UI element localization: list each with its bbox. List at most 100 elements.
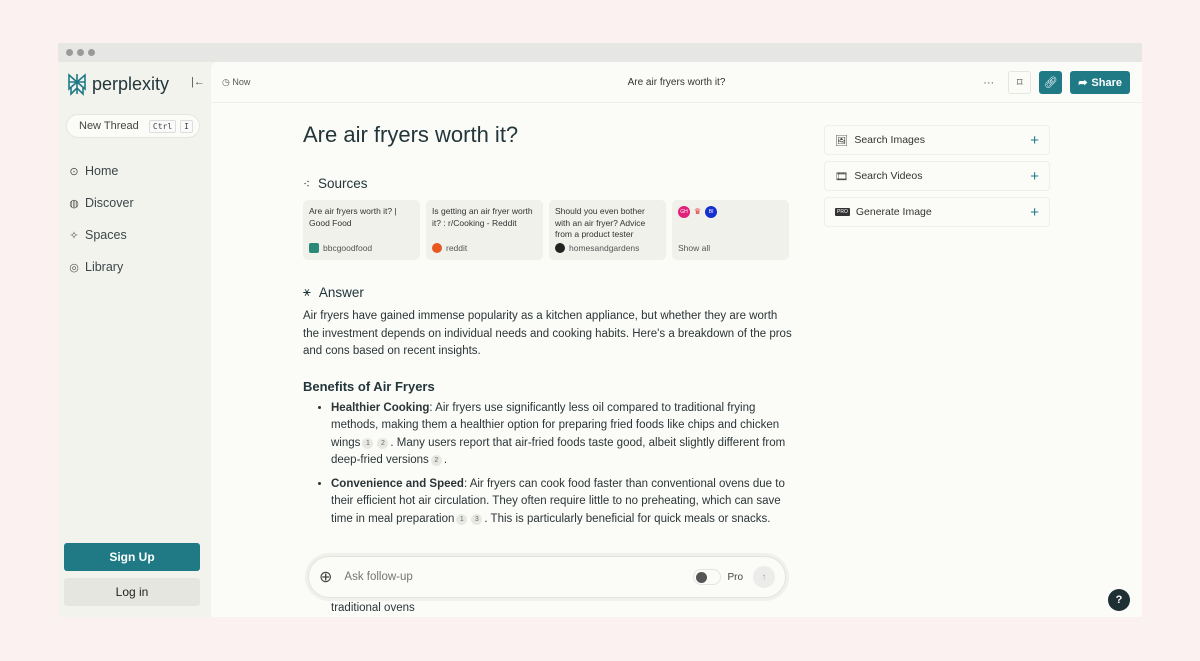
benefit-text: . This is particularly beneficial for qu…	[484, 512, 771, 525]
benefit-title: Healthier Cooking	[331, 401, 430, 414]
help-button[interactable]: ?	[1108, 589, 1130, 611]
sources-label: Sources	[318, 176, 368, 191]
time-label: Now	[232, 76, 251, 87]
brand-name: perplexity	[92, 73, 170, 94]
share-button[interactable]: ➦ Share	[1070, 71, 1130, 94]
generate-image-button[interactable]: PRO Generate Image +	[824, 197, 1050, 227]
new-thread-button[interactable]: New Thread Ctrl I	[66, 114, 200, 138]
clock-icon: ◷	[222, 76, 233, 87]
new-thread-label: New Thread	[79, 120, 139, 132]
logo[interactable]: perplexity	[66, 72, 169, 96]
window-control[interactable]	[66, 49, 73, 56]
source-title: Is getting an air fryer worth it? : r/Co…	[432, 206, 533, 228]
favicon-icon: ♛	[694, 207, 702, 217]
source-card[interactable]: Is getting an air fryer worth it? : r/Co…	[426, 200, 543, 260]
top-bar: ◷ Now Are air fryers worth it? ··· ⌑ 🔗︎ …	[211, 62, 1142, 103]
film-icon: 🎞︎	[835, 170, 849, 183]
source-card[interactable]: Are air fryers worth it? | Good Food bbcg…	[303, 200, 420, 260]
sidebar-item-library[interactable]: ◎ Library	[68, 251, 134, 283]
globe-icon: ◍	[69, 197, 79, 210]
sidebar-item-label: Discover	[85, 196, 134, 210]
copy-link-button[interactable]: 🔗︎	[1039, 71, 1063, 94]
sidebar-item-label: Library	[85, 260, 124, 274]
search-images-button[interactable]: 🖼︎ Search Images +	[824, 125, 1050, 155]
bbcgoodfood-favicon-icon	[309, 243, 319, 254]
sidebar-item-label: Spaces	[85, 228, 127, 242]
pro-badge-icon: PRO	[835, 208, 850, 216]
share-icon: ➦	[1078, 77, 1088, 89]
follow-up-input[interactable]	[344, 571, 694, 583]
ask-follow-up-bar: ⊕ Pro ↑	[308, 556, 786, 598]
citation[interactable]: 1	[362, 437, 374, 449]
search-images-label: Search Images	[854, 134, 925, 146]
answer-label: Answer	[318, 284, 364, 300]
answer-intro: Air fryers have gained immense popularit…	[303, 310, 792, 357]
benefit-text: .	[443, 454, 448, 466]
timestamp: ◷ Now	[222, 77, 250, 88]
library-icon: ◎	[69, 261, 79, 274]
sidebar-item-spaces[interactable]: ✧ Spaces	[68, 219, 134, 251]
benefit-title: Convenience and Speed	[331, 477, 464, 490]
sources-heading: ⁖ Sources	[303, 176, 793, 191]
sidebar-item-discover[interactable]: ◍ Discover	[68, 187, 134, 219]
citation[interactable]: 2	[430, 455, 442, 466]
log-in-button[interactable]: Log in	[64, 578, 200, 606]
pro-label: Pro	[727, 571, 743, 583]
sign-up-button[interactable]: Sign Up	[64, 543, 200, 571]
bi-favicon-icon: BI	[705, 206, 718, 218]
search-videos-label: Search Videos	[854, 170, 923, 182]
list-item: Healthier Cooking: Air fryers use signif…	[331, 400, 793, 470]
plus-icon: +	[1030, 131, 1039, 149]
sidebar-item-label: Home	[85, 164, 119, 178]
main-panel: ◷ Now Are air fryers worth it? ··· ⌑ 🔗︎ …	[211, 62, 1142, 617]
source-title: Should you even bother with an air fryer…	[555, 206, 646, 239]
media-panel: 🖼︎ Search Images + 🎞︎ Search Videos + PRO Gen…	[824, 125, 1050, 233]
source-title: Are air fryers worth it? | Good Food	[309, 206, 397, 228]
partial-text: traditional ovens	[331, 602, 415, 615]
source-card[interactable]: Should you even bother with an air fryer…	[549, 200, 666, 260]
citation[interactable]: 2	[377, 437, 389, 449]
title-bar	[58, 43, 1142, 62]
source-site: bbcgoodfood	[323, 242, 373, 253]
source-site: homesandgardens	[569, 242, 640, 253]
bookmark-icon[interactable]: ⌑	[1008, 71, 1032, 94]
attach-plus-icon[interactable]: ⊕	[319, 567, 332, 587]
sources-list: Are air fryers worth it? | Good Food bbcg…	[303, 200, 793, 260]
source-site: reddit	[446, 242, 468, 253]
home-icon: ⊙	[69, 165, 79, 178]
collapse-sidebar-icon[interactable]: |←	[191, 76, 205, 88]
question-heading: Are air fryers worth it?	[303, 122, 519, 147]
sources-icon: ⁖	[303, 176, 311, 191]
more-options-icon[interactable]: ···	[977, 71, 1000, 94]
answer-heading: ⚹ Answer	[303, 284, 793, 300]
reddit-favicon-icon	[432, 243, 442, 254]
share-label: Share	[1091, 76, 1122, 89]
citation[interactable]: 3	[471, 513, 483, 525]
shortcut-key: I	[180, 120, 193, 133]
show-all-label: Show all	[678, 242, 711, 253]
perplexity-logo-icon	[68, 73, 86, 96]
search-videos-button[interactable]: 🎞︎ Search Videos +	[824, 161, 1050, 191]
benefit-text: . Many users report that air-fried foods…	[331, 436, 786, 467]
benefits-list: Healthier Cooking: Air fryers use signif…	[303, 400, 793, 529]
plus-icon: +	[1030, 203, 1039, 221]
homesandgardens-favicon-icon	[555, 243, 565, 254]
show-all-sources-button[interactable]: GH ♛ BI Show all	[672, 200, 789, 260]
perplexity-answer-icon: ⚹	[303, 284, 311, 299]
shortcut-key: Ctrl	[148, 120, 177, 133]
generate-image-label: Generate Image	[855, 206, 932, 218]
spaces-icon: ✧	[69, 229, 79, 242]
window-control[interactable]	[88, 49, 95, 56]
sidebar-nav: ⊙ Home ◍ Discover ✧ Spaces ◎ Library	[68, 155, 134, 283]
citation[interactable]: 1	[456, 513, 468, 525]
plus-icon: +	[1030, 167, 1039, 185]
gh-favicon-icon: GH	[678, 206, 690, 218]
window-control[interactable]	[77, 49, 84, 56]
pro-toggle[interactable]	[693, 569, 722, 585]
sidebar: perplexity |← New Thread Ctrl I ⊙ Home ◍ Dis…	[58, 62, 211, 617]
send-arrow-icon[interactable]: ↑	[753, 566, 775, 588]
benefits-heading: Benefits of Air Fryers	[303, 378, 435, 394]
sidebar-item-home[interactable]: ⊙ Home	[68, 155, 134, 187]
app-window: perplexity |← New Thread Ctrl I ⊙ Home ◍ Dis…	[58, 43, 1142, 617]
thread-content: Are air fryers worth it? ⁖ Sources Are ai…	[303, 122, 793, 534]
